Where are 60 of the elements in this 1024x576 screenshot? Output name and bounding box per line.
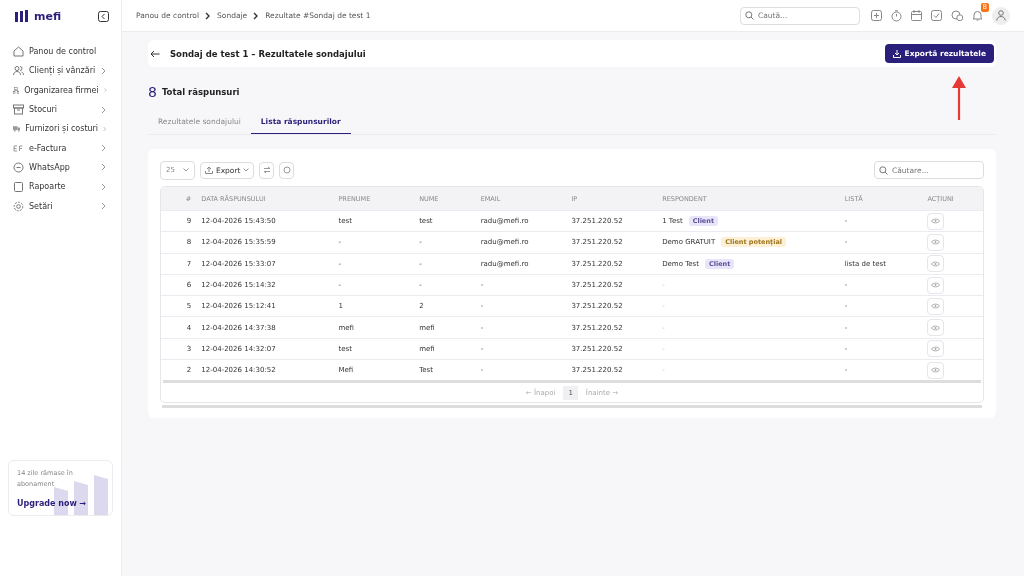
- org-icon: [13, 84, 20, 96]
- view-button[interactable]: [927, 319, 945, 337]
- caret-icon: [182, 168, 189, 172]
- search-icon: [745, 11, 754, 20]
- swap-button[interactable]: [259, 161, 275, 179]
- upload-icon: [204, 166, 213, 174]
- gear-icon: [13, 200, 24, 212]
- refresh-icon: [283, 166, 291, 174]
- back-arrow-icon[interactable]: [150, 49, 160, 58]
- eye-icon: [931, 367, 941, 374]
- eye-icon: [931, 345, 941, 352]
- annotation-arrow: [952, 76, 966, 120]
- chevron-icon: [253, 11, 260, 20]
- total-label: Total răspunsuri: [161, 87, 240, 97]
- bell-icon[interactable]: [972, 10, 983, 21]
- sidebar-item[interactable]: Stocuri: [8, 99, 113, 120]
- sidebar-item[interactable]: Furnizori și costuri: [8, 119, 113, 139]
- eye-icon: [931, 324, 941, 331]
- checkbox-icon[interactable]: [931, 10, 942, 21]
- view-button[interactable]: [927, 361, 945, 379]
- page-title: Sondaj de test 1 – Rezultatele sondajului: [170, 48, 366, 59]
- view-button[interactable]: [927, 255, 945, 273]
- home-icon: [13, 46, 24, 58]
- calendar-icon[interactable]: [911, 10, 922, 21]
- avatar[interactable]: [992, 6, 1010, 25]
- search-icon: [879, 165, 888, 175]
- view-button[interactable]: [927, 212, 945, 230]
- ef-icon: [13, 142, 24, 154]
- box-icon: [13, 104, 24, 116]
- sidebar-item[interactable]: Rapoarte: [8, 177, 113, 197]
- user-icon: [996, 10, 1006, 21]
- total-count: 8: [148, 84, 157, 100]
- collapse-sidebar-icon[interactable]: [98, 10, 109, 22]
- caret-icon: [243, 168, 250, 172]
- download-icon: [892, 49, 901, 58]
- sidebar-item[interactable]: Panou de control: [8, 42, 113, 62]
- refresh-button[interactable]: [279, 161, 295, 179]
- eye-icon: [931, 239, 941, 246]
- sidebar-item[interactable]: Organizarea firmei: [8, 80, 113, 100]
- chevron-icon: [205, 11, 212, 20]
- timer-icon[interactable]: [891, 9, 902, 22]
- swap-icon: [263, 166, 271, 174]
- sidebar-item[interactable]: Setări: [8, 196, 113, 216]
- logo-icon: [14, 10, 30, 22]
- sidebar-item[interactable]: Clienți și vânzări: [8, 61, 113, 81]
- view-button[interactable]: [927, 233, 945, 251]
- users-icon: [13, 65, 24, 77]
- logo-watermark-icon: [54, 475, 110, 515]
- upgrade-link[interactable]: Upgrade now →: [17, 499, 104, 508]
- view-button[interactable]: [927, 297, 945, 315]
- sidebar-item[interactable]: e-Factura: [8, 138, 113, 158]
- eye-icon: [931, 260, 941, 267]
- add-icon[interactable]: [871, 10, 882, 21]
- eye-icon: [931, 282, 941, 289]
- view-button[interactable]: [927, 340, 945, 358]
- brand-name: mefi: [34, 9, 62, 23]
- view-button[interactable]: [927, 276, 945, 294]
- sidebar-item[interactable]: WhatsApp: [8, 157, 113, 178]
- eye-icon: [931, 303, 941, 310]
- eye-icon: [931, 218, 941, 225]
